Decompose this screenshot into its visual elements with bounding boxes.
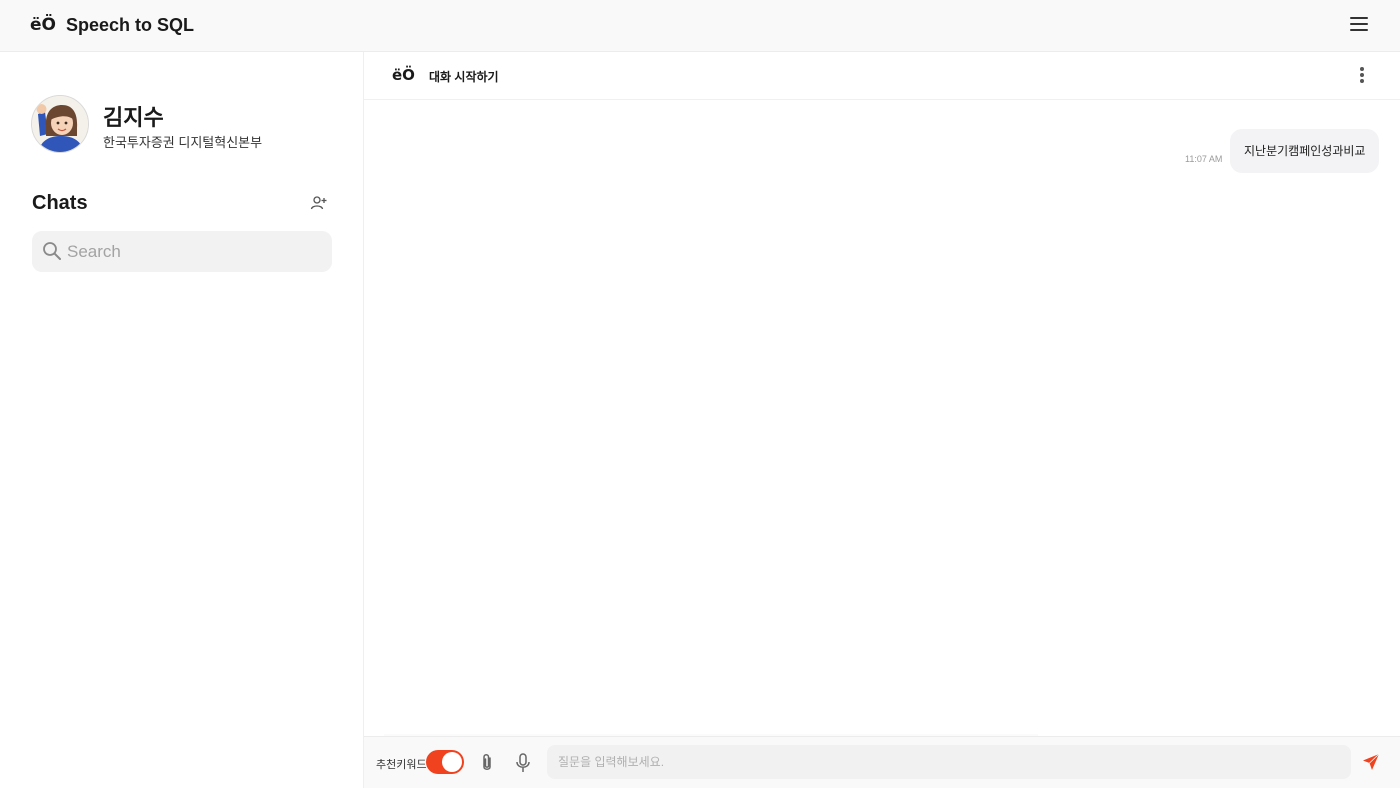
app-logo: ëÖ: [30, 15, 56, 35]
toggle-knob: [442, 752, 462, 772]
add-chat-button[interactable]: [310, 194, 328, 212]
chat-header: ëÖ 대화 시작하기: [364, 52, 1400, 100]
keyword-toggle[interactable]: [426, 750, 464, 774]
chat-panel: ëÖ 대화 시작하기 11:07 AM 지난분기캠페인성과비교 추천키워드: [364, 52, 1400, 788]
user-organization: 한국투자증권 디지털혁신본부: [103, 135, 263, 150]
message-time: 11:07 AM: [1185, 154, 1223, 164]
keyword-toggle-label: 추천키워드: [376, 759, 427, 771]
chats-title: Chats: [32, 192, 88, 214]
search-box: [32, 231, 332, 272]
user-name: 김지수: [103, 105, 164, 130]
menu-icon: [1350, 17, 1368, 31]
search-icon: [43, 242, 61, 260]
top-bar: ëÖ Speech to SQL: [0, 0, 1400, 52]
more-vertical-icon: [1358, 67, 1366, 83]
app: ëÖ Speech to SQL 김지수 한국투자증권 디지털혁신본부 Chat…: [0, 0, 1400, 788]
attach-button[interactable]: [478, 752, 496, 774]
more-options-button[interactable]: [1358, 67, 1366, 85]
paperclip-icon: [483, 754, 491, 770]
search-input[interactable]: [67, 231, 322, 272]
menu-button[interactable]: [1350, 17, 1368, 33]
sidebar: 김지수 한국투자증권 디지털혁신본부 Chats: [0, 52, 364, 788]
user-message-bubble: 지난분기캠페인성과비교: [1230, 129, 1380, 173]
chat-header-logo: ëÖ: [392, 66, 415, 84]
send-icon: [1363, 753, 1380, 770]
avatar: [31, 95, 89, 153]
app-title: Speech to SQL: [66, 15, 195, 35]
microphone-button[interactable]: [514, 752, 532, 774]
chat-title: 대화 시작하기: [429, 70, 499, 84]
input-bar: 추천키워드: [364, 736, 1400, 788]
message-input[interactable]: [547, 745, 1351, 779]
microphone-icon: [516, 753, 530, 772]
add-user-icon: [310, 196, 327, 210]
send-button[interactable]: [1361, 752, 1381, 772]
